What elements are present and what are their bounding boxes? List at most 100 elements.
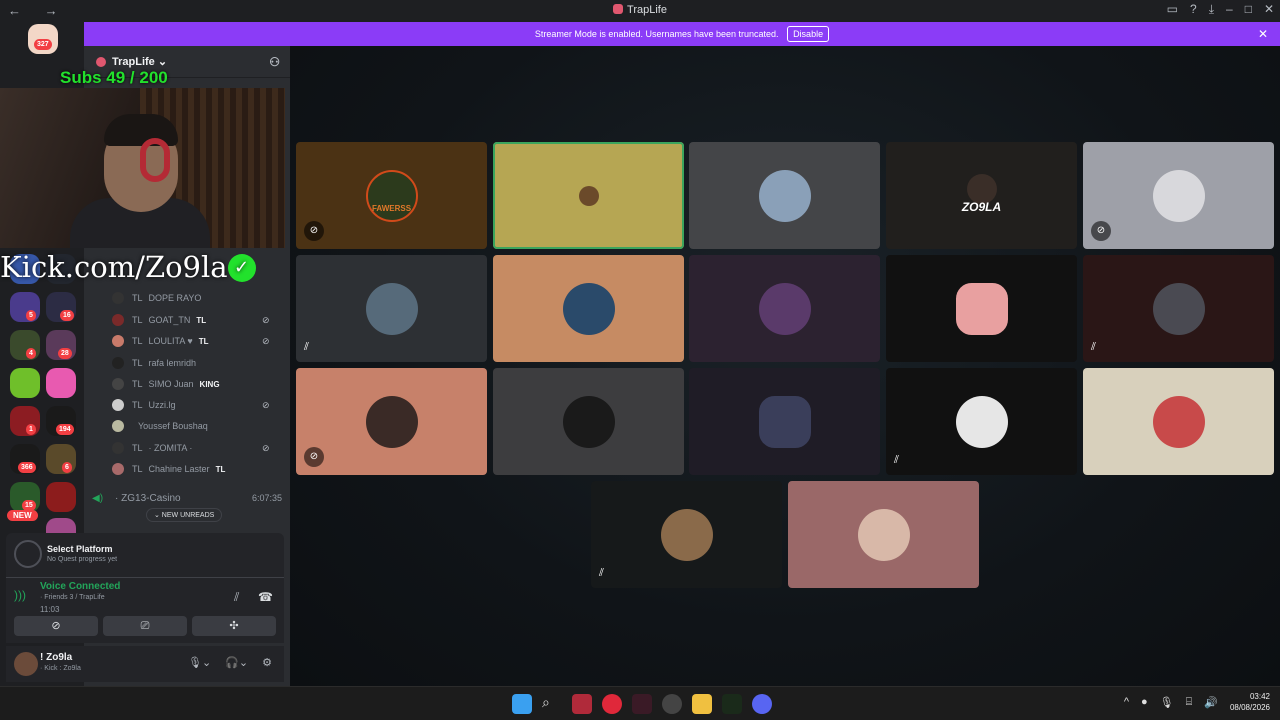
- voice-status[interactable]: Voice Connected: [40, 581, 120, 592]
- app-icon[interactable]: [722, 694, 742, 714]
- microphone-icon[interactable]: 🎙⌄: [188, 656, 211, 669]
- voice-member[interactable]: TL Uzzi.lg ⊘: [112, 397, 270, 413]
- minimize-icon[interactable]: –: [1226, 2, 1233, 17]
- participant-tile[interactable]: ⫽: [296, 255, 487, 362]
- quest-card[interactable]: Select Platform No Quest progress yet: [6, 533, 284, 577]
- avatar: [112, 335, 124, 347]
- signal-icon[interactable]: ))): [14, 588, 26, 602]
- avatar: [365, 395, 418, 448]
- new-pill[interactable]: NEW: [7, 510, 38, 521]
- participant-tile[interactable]: [788, 481, 979, 588]
- member-name: rafa lemridh: [148, 358, 197, 368]
- voice-member[interactable]: TL SIMO Juan KING: [112, 376, 220, 392]
- headphones-icon[interactable]: 🎧⌄: [225, 656, 248, 669]
- muted-icon: ⊘: [262, 314, 270, 325]
- muted-icon: ⊘: [262, 399, 270, 410]
- voice-member[interactable]: Youssef Boushaq: [112, 418, 208, 434]
- server-icon[interactable]: [46, 482, 76, 512]
- search-icon[interactable]: ⌕: [542, 694, 562, 714]
- voicemod-icon[interactable]: [572, 694, 592, 714]
- member-tag: TL: [132, 379, 143, 389]
- user-name[interactable]: ! Zo9la: [40, 652, 72, 663]
- member-badge: TL: [196, 315, 207, 325]
- member-name: Chahine Laster: [148, 464, 210, 474]
- tray-expand-icon[interactable]: ^: [1124, 696, 1129, 708]
- tray-app-icon[interactable]: ●: [1141, 696, 1148, 708]
- volume-icon[interactable]: 🔊: [1204, 696, 1218, 709]
- clock[interactable]: 03:42 08/08/2026: [1230, 691, 1270, 713]
- voice-member[interactable]: TL DOPE RAYO: [112, 290, 201, 306]
- server-icon[interactable]: [46, 368, 76, 398]
- help-icon[interactable]: ?: [1190, 2, 1197, 17]
- steam-icon[interactable]: [662, 694, 682, 714]
- participant-tile[interactable]: [493, 255, 684, 362]
- member-badge: TL: [198, 336, 209, 346]
- network-icon[interactable]: ⌸: [1186, 696, 1193, 709]
- disable-button[interactable]: Disable: [787, 26, 830, 42]
- participant-tile[interactable]: [886, 255, 1077, 362]
- member-badge: KING: [199, 379, 220, 389]
- noise-suppression-icon[interactable]: ⫽: [234, 590, 239, 605]
- close-window-icon[interactable]: ✕: [1264, 2, 1274, 17]
- participant-tile[interactable]: [493, 142, 684, 249]
- member-name: SIMO Juan: [148, 379, 194, 389]
- window-title-text: TrapLife: [627, 4, 667, 16]
- camera-off-icon: ⊘: [304, 447, 324, 467]
- avatar[interactable]: [14, 652, 38, 676]
- participant-tile[interactable]: [689, 368, 880, 475]
- voice-member[interactable]: TL · ZOMITA · ⊘: [112, 440, 270, 456]
- muted-icon: ⫽: [304, 341, 309, 353]
- member-tag: TL: [132, 336, 143, 346]
- participant-tile[interactable]: ⫽: [886, 368, 1077, 475]
- user-panel: ! Zo9la · Kick : Zo9la 🎙⌄ 🎧⌄ ⚙: [6, 646, 284, 682]
- participant-tile[interactable]: ZO9LA: [886, 142, 1077, 249]
- window-title: TrapLife: [0, 4, 1280, 16]
- invite-icon[interactable]: ⚇: [269, 55, 280, 69]
- start-icon[interactable]: [512, 694, 532, 714]
- avatar: [365, 282, 418, 335]
- participant-tile[interactable]: ⊘: [296, 368, 487, 475]
- clock-date: 08/08/2026: [1229, 703, 1270, 712]
- file-explorer-icon[interactable]: [692, 694, 712, 714]
- camera-button[interactable]: ⊘: [14, 616, 98, 636]
- voice-member[interactable]: TL Chahine Laster TL: [112, 461, 225, 477]
- screen-share-button[interactable]: ⎚: [103, 616, 187, 636]
- participant-tile[interactable]: ⫽: [591, 481, 782, 588]
- member-name: GOAT_TN: [148, 315, 191, 325]
- voice-channel[interactable]: ◀) · ZG13-Casino 6:07:35: [92, 490, 282, 506]
- avatar: [365, 169, 418, 222]
- participant-tile[interactable]: [493, 368, 684, 475]
- participant-tile[interactable]: ⫽: [1083, 255, 1274, 362]
- participant-tile[interactable]: [689, 142, 880, 249]
- member-tag: TL: [132, 315, 143, 325]
- avatar: [1152, 169, 1205, 222]
- voice-member[interactable]: TL rafa lemridh: [112, 355, 196, 371]
- voice-member[interactable]: TL GOAT_TN TL ⊘: [112, 312, 270, 328]
- new-unreads-button[interactable]: ⌄ NEW UNREADS: [146, 508, 223, 522]
- member-tag: TL: [132, 400, 143, 410]
- download-icon[interactable]: ⤓: [1209, 2, 1214, 17]
- avatar: [966, 173, 997, 204]
- server-icon[interactable]: [10, 368, 40, 398]
- member-name: · ZOMITA ·: [148, 443, 193, 453]
- voice-location[interactable]: · Friends 3 / TrapLife: [40, 594, 105, 601]
- inbox-icon[interactable]: ▭: [1167, 2, 1178, 17]
- microphone-icon[interactable]: 🎙: [1160, 696, 1174, 709]
- maximize-icon[interactable]: □: [1245, 2, 1252, 17]
- app-icon[interactable]: [632, 694, 652, 714]
- banner-close-icon[interactable]: ✕: [1258, 22, 1268, 46]
- camera-off-icon: ⊘: [1091, 221, 1111, 241]
- disconnect-icon[interactable]: ☎: [258, 590, 273, 604]
- voice-member[interactable]: TL LOULITA ♥ TL ⊘: [112, 333, 270, 349]
- participant-tile[interactable]: ⊘: [1083, 142, 1274, 249]
- activities-icon: ✣: [229, 620, 239, 632]
- activities-button[interactable]: ✣: [192, 616, 276, 636]
- discord-icon[interactable]: [752, 694, 772, 714]
- participant-tile[interactable]: FAWERSS ⊘: [296, 142, 487, 249]
- avatar: [578, 185, 599, 206]
- opera-icon[interactable]: [602, 694, 622, 714]
- participant-tile[interactable]: [1083, 368, 1274, 475]
- participant-tile[interactable]: [689, 255, 880, 362]
- settings-icon[interactable]: ⚙: [262, 656, 272, 669]
- avatar: [758, 395, 811, 448]
